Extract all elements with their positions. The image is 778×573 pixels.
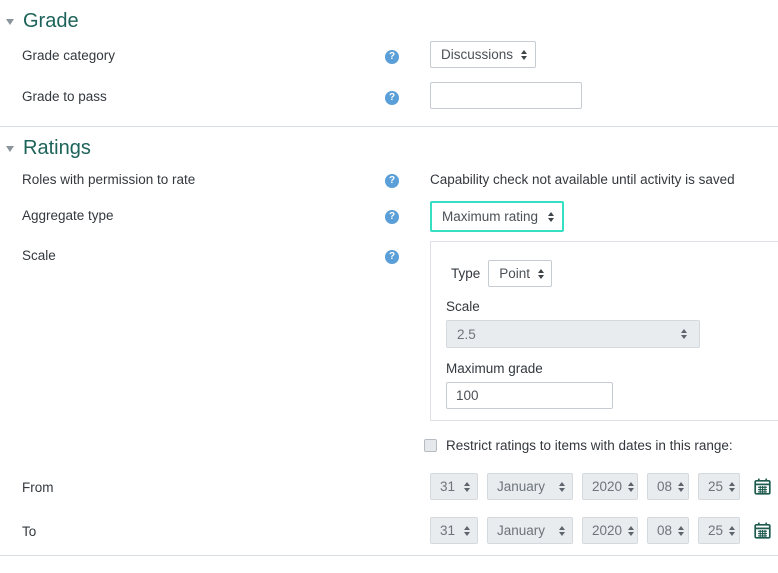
collapse-caret-icon	[6, 146, 14, 152]
help-icon[interactable]: ?	[385, 91, 399, 105]
from-minute-select[interactable]: 25	[698, 473, 740, 500]
section-ratings-title: Ratings	[23, 137, 91, 159]
to-minute-value: 25	[708, 523, 724, 538]
aggregate-type-select[interactable]: Maximum rating	[430, 201, 564, 232]
roles-label: Roles with permission to rate	[22, 172, 196, 187]
scale-type-select[interactable]: Point	[488, 260, 553, 287]
aggregate-type-value: Maximum rating	[442, 209, 539, 224]
from-year-select[interactable]: 2020	[582, 473, 638, 500]
scale-type-value: Point	[499, 266, 531, 281]
help-icon[interactable]: ?	[385, 250, 399, 264]
to-minute-select[interactable]: 25	[698, 517, 740, 544]
grade-category-select[interactable]: Discussions	[430, 41, 536, 68]
select-arrows-icon	[628, 526, 634, 536]
aggregate-type-label: Aggregate type	[22, 208, 114, 223]
scale-value: 2.5	[457, 326, 476, 342]
calendar-icon[interactable]	[754, 522, 771, 539]
from-day-value: 31	[440, 479, 456, 494]
select-arrows-icon	[628, 482, 634, 492]
select-arrows-icon	[729, 482, 735, 492]
select-arrows-icon	[464, 482, 470, 492]
maximum-grade-label: Maximum grade	[446, 361, 543, 376]
select-arrows-icon	[464, 526, 470, 536]
grade-to-pass-input[interactable]	[430, 82, 582, 109]
to-day-value: 31	[440, 523, 456, 538]
to-day-select[interactable]: 31	[430, 517, 478, 544]
restrict-ratings-checkbox[interactable]	[424, 439, 437, 452]
to-hour-value: 08	[657, 523, 673, 538]
scale-label: Scale	[22, 248, 56, 263]
aggregate-type-row: Aggregate type ? Maximum rating	[0, 201, 778, 232]
from-month-value: January	[497, 479, 546, 494]
to-month-select[interactable]: January	[487, 517, 573, 544]
from-month-select[interactable]: January	[487, 473, 573, 500]
to-year-select[interactable]: 2020	[582, 517, 638, 544]
select-arrows-icon	[538, 269, 544, 279]
select-arrows-icon	[678, 526, 684, 536]
restrict-ratings-label: Restrict ratings to items with dates in …	[446, 438, 733, 453]
from-year-value: 2020	[592, 479, 623, 494]
from-day-select[interactable]: 31	[430, 473, 478, 500]
select-arrows-icon	[559, 482, 565, 492]
restrict-ratings-row: Restrict ratings to items with dates in …	[424, 437, 778, 454]
grade-category-label: Grade category	[22, 48, 116, 63]
section-divider	[0, 126, 778, 127]
roles-status-text: Capability check not available until act…	[430, 172, 735, 187]
help-icon[interactable]: ?	[385, 50, 399, 64]
scale-select[interactable]: 2.5	[446, 320, 700, 348]
from-minute-value: 25	[708, 479, 724, 494]
grade-to-pass-row: Grade to pass ?	[0, 82, 778, 109]
section-grade-header[interactable]: Grade	[0, 10, 778, 32]
select-arrows-icon	[678, 482, 684, 492]
scale-type-label: Type	[451, 266, 481, 281]
to-row: To 31 January 2020 08 25	[0, 517, 778, 544]
maximum-grade-input[interactable]	[446, 382, 613, 409]
collapse-caret-icon	[6, 19, 14, 25]
select-arrows-icon	[521, 50, 527, 60]
scale-select-label: Scale	[446, 299, 480, 314]
roles-row: Roles with permission to rate ? Capabili…	[0, 165, 778, 188]
to-hour-select[interactable]: 08	[647, 517, 689, 544]
scale-row: Scale ? Type Point Scale 2.5 Maximum gra…	[0, 241, 778, 421]
scale-group-box: Type Point Scale 2.5 Maximum grade	[430, 241, 778, 421]
section-divider	[0, 555, 778, 556]
to-month-value: January	[497, 523, 546, 538]
from-hour-select[interactable]: 08	[647, 473, 689, 500]
to-year-value: 2020	[592, 523, 623, 538]
grade-to-pass-label: Grade to pass	[22, 89, 107, 104]
from-row: From 31 January 2020 08 25	[0, 473, 778, 500]
to-label: To	[22, 524, 37, 539]
select-arrows-icon	[681, 329, 687, 339]
help-icon[interactable]: ?	[385, 210, 399, 224]
from-hour-value: 08	[657, 479, 673, 494]
calendar-icon[interactable]	[754, 478, 771, 495]
select-arrows-icon	[559, 526, 565, 536]
grade-category-value: Discussions	[441, 47, 514, 62]
help-icon[interactable]: ?	[385, 174, 399, 188]
section-grade-title: Grade	[23, 10, 79, 32]
from-label: From	[22, 480, 54, 495]
section-ratings-header[interactable]: Ratings	[0, 137, 778, 159]
grade-category-row: Grade category ? Discussions	[0, 41, 778, 68]
select-arrows-icon	[548, 212, 554, 222]
select-arrows-icon	[729, 526, 735, 536]
